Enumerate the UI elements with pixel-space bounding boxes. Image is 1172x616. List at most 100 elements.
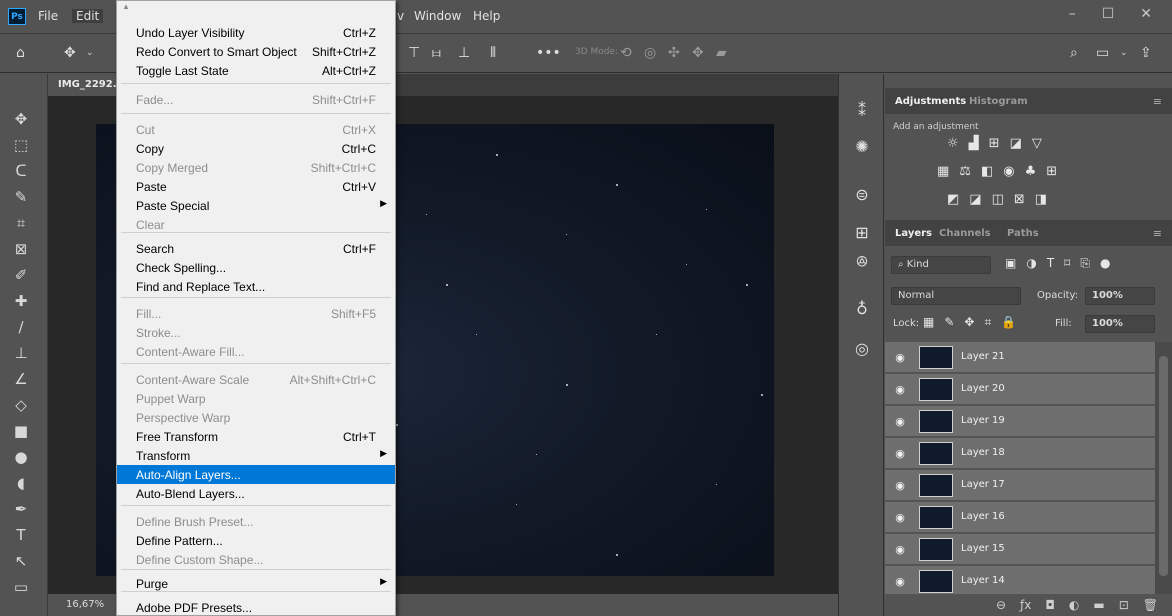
properties-panel-icon[interactable]: ⊜	[850, 182, 874, 206]
filter-shape-icon[interactable]: ⌑	[1064, 256, 1070, 271]
history-panel-icon[interactable]: ⁑	[850, 98, 874, 122]
learn-panel-icon[interactable]: ♁	[850, 296, 874, 320]
path-selection-tool-icon[interactable]: ↖	[10, 550, 32, 572]
align-bottom-icon[interactable]: ⊥	[458, 45, 470, 61]
libraries-panel-icon[interactable]: ◎	[850, 336, 874, 360]
3d-scale-icon[interactable]: ▰	[716, 45, 727, 61]
filter-pixel-icon[interactable]: ▣	[1005, 256, 1016, 271]
filter-adjustment-icon[interactable]: ◑	[1026, 256, 1036, 271]
menu-edit[interactable]: Edit	[72, 9, 104, 23]
blend-mode-select[interactable]: Normal	[891, 287, 1021, 305]
tab-histogram[interactable]: Histogram	[969, 96, 1028, 107]
brightness-icon[interactable]: ☼	[947, 136, 959, 151]
search-icon[interactable]: ⌕	[1070, 45, 1078, 61]
menu-item-paste-special[interactable]: Paste Special ▶	[117, 196, 395, 215]
menu-item-free-transform[interactable]: Free Transform Ctrl+T	[117, 427, 395, 446]
invert-icon[interactable]: ◩	[947, 192, 959, 207]
layer-row[interactable]: ◉ Layer 18	[885, 438, 1155, 469]
frame-tool-icon[interactable]: ⊠	[10, 238, 32, 260]
layers-scrollbar[interactable]	[1155, 342, 1172, 594]
vibrance-icon[interactable]: ▽	[1032, 136, 1042, 151]
workspace-chevron-icon[interactable]: ⌄	[1120, 48, 1128, 58]
swatches-panel-icon[interactable]: ⊞	[850, 220, 874, 244]
visibility-eye-icon[interactable]: ◉	[894, 575, 906, 588]
layer-row[interactable]: ◉ Layer 17	[885, 470, 1155, 501]
zoom-level[interactable]: 16,67%	[66, 599, 104, 610]
menu-item-adobe-pdf-presets[interactable]: Adobe PDF Presets...	[117, 598, 395, 616]
brush-settings-icon[interactable]: ✺	[850, 134, 874, 158]
new-layer-icon[interactable]: ⊡	[1119, 598, 1129, 616]
layer-row[interactable]: ◉ Layer 20	[885, 374, 1155, 405]
3d-slide-icon[interactable]: ✥	[692, 45, 704, 61]
add-mask-icon[interactable]: ◘	[1045, 598, 1055, 616]
photoshop-logo[interactable]: Ps	[8, 8, 26, 25]
3d-roll-icon[interactable]: ◎	[644, 45, 656, 61]
menu-scroll-up-icon[interactable]: ▲	[122, 2, 130, 11]
layer-filter-kind[interactable]: ⌕ Kind	[891, 256, 991, 274]
link-layers-icon[interactable]: ⊖	[996, 598, 1006, 616]
color-lookup-icon[interactable]: ⊞	[1046, 164, 1057, 179]
eyedropper-tool-icon[interactable]: ✐	[10, 264, 32, 286]
exposure-icon[interactable]: ◪	[1010, 136, 1022, 151]
lock-pixels-icon[interactable]: ✎	[944, 315, 954, 330]
lock-all-icon[interactable]: 🔒	[1001, 315, 1016, 330]
menu-file[interactable]: File	[38, 9, 58, 23]
gradient-map-icon[interactable]: ⊠	[1014, 192, 1025, 207]
lock-transparent-icon[interactable]: ▦	[923, 315, 934, 330]
tab-paths[interactable]: Paths	[1007, 228, 1039, 239]
tab-adjustments[interactable]: Adjustments	[895, 96, 966, 107]
posterize-icon[interactable]: ◪	[969, 192, 981, 207]
levels-icon[interactable]: ▟	[969, 136, 979, 151]
menu-item-transform[interactable]: Transform ▶	[117, 446, 395, 465]
home-icon[interactable]: ⌂	[16, 45, 25, 61]
tab-layers[interactable]: Layers	[895, 228, 932, 239]
visibility-eye-icon[interactable]: ◉	[894, 383, 906, 396]
lasso-tool-icon[interactable]: ᑕ	[10, 160, 32, 182]
menu-item-define-pattern[interactable]: Define Pattern...	[117, 531, 395, 550]
menu-item-check-spelling[interactable]: Check Spelling...	[117, 258, 395, 277]
align-middle-icon[interactable]: ⧦	[432, 45, 441, 61]
crop-tool-icon[interactable]: ⌗	[10, 212, 32, 234]
eraser-tool-icon[interactable]: ◇	[10, 394, 32, 416]
opacity-field[interactable]: 100%	[1085, 287, 1155, 305]
filter-type-icon[interactable]: T	[1047, 256, 1054, 271]
filter-smart-object-icon[interactable]: ⎘	[1080, 256, 1090, 271]
menu-item-redo-convert-to-smart-object[interactable]: Redo Convert to Smart Object Shift+Ctrl+Z	[117, 42, 395, 61]
tab-channels[interactable]: Channels	[939, 228, 991, 239]
delete-layer-icon[interactable]: 🗑	[1143, 598, 1158, 616]
hue-saturation-icon[interactable]: ▦	[937, 164, 949, 179]
layer-row[interactable]: ◉ Layer 16	[885, 502, 1155, 533]
rectangle-tool-icon[interactable]: ▭	[10, 576, 32, 598]
fx-icon[interactable]: ƒx	[1020, 598, 1031, 616]
more-options-icon[interactable]: •••	[536, 45, 561, 61]
visibility-eye-icon[interactable]: ◉	[894, 351, 906, 364]
curves-icon[interactable]: ⊞	[989, 136, 1000, 151]
layer-row[interactable]: ◉ Layer 21	[885, 342, 1155, 373]
type-tool-icon[interactable]: T	[10, 524, 32, 546]
dodge-tool-icon[interactable]: ◖	[10, 472, 32, 494]
channel-mixer-icon[interactable]: ♣	[1025, 164, 1037, 179]
minimize-icon[interactable]: –	[1069, 6, 1076, 22]
black-white-icon[interactable]: ◧	[981, 164, 993, 179]
layer-row[interactable]: ◉ Layer 14	[885, 566, 1155, 594]
lock-position-icon[interactable]: ✥	[964, 315, 974, 330]
brush-tool-icon[interactable]: ∕	[10, 316, 32, 338]
layer-row[interactable]: ◉ Layer 15	[885, 534, 1155, 565]
maximize-icon[interactable]: ☐	[1102, 6, 1115, 22]
pen-tool-icon[interactable]: ✒	[10, 498, 32, 520]
selective-color-icon[interactable]: ◨	[1035, 192, 1047, 207]
fill-field[interactable]: 100%	[1085, 315, 1155, 333]
filter-toggle-icon[interactable]: ●	[1100, 256, 1110, 271]
menu-view-partial[interactable]: v	[397, 9, 404, 23]
menu-item-paste[interactable]: Paste Ctrl+V	[117, 177, 395, 196]
color-balance-icon[interactable]: ⚖	[959, 164, 971, 179]
new-group-icon[interactable]: ▬	[1093, 598, 1104, 616]
menu-item-copy[interactable]: Copy Ctrl+C	[117, 139, 395, 158]
healing-brush-tool-icon[interactable]: ✚	[10, 290, 32, 312]
visibility-eye-icon[interactable]: ◉	[894, 415, 906, 428]
visibility-eye-icon[interactable]: ◉	[894, 447, 906, 460]
threshold-icon[interactable]: ◫	[992, 192, 1004, 207]
lock-artboard-icon[interactable]: ⌗	[984, 315, 991, 330]
gradient-tool-icon[interactable]: ■	[10, 420, 32, 442]
menu-window[interactable]: Window	[414, 9, 461, 23]
